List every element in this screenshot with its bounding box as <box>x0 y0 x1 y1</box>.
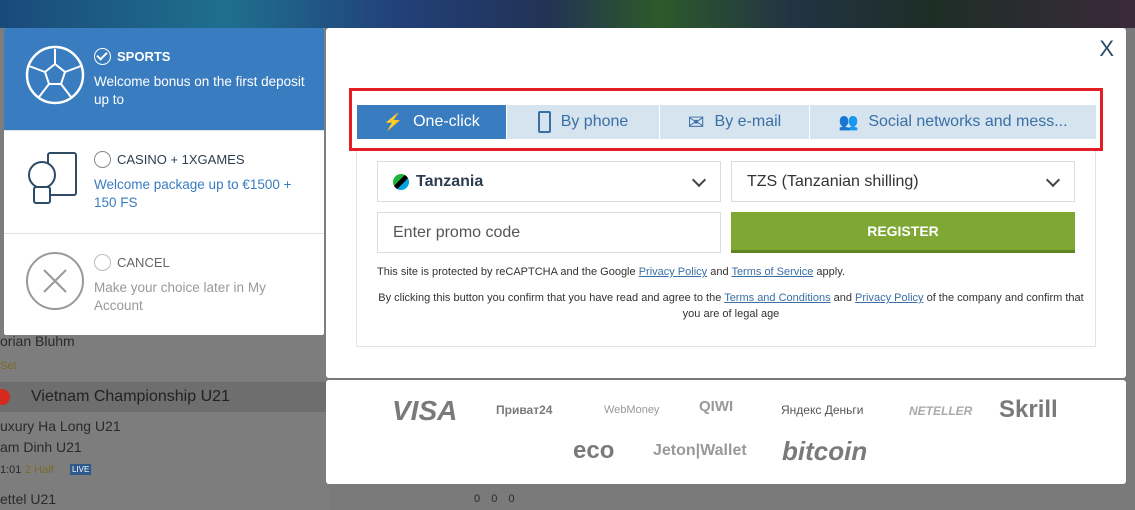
casino-cards-icon <box>28 152 77 204</box>
neteller-logo: NETELLER <box>909 404 973 418</box>
terms-conditions-link[interactable]: Terms and Conditions <box>724 292 830 304</box>
live-badge: LIVE <box>70 464 92 475</box>
bonus-selector: SPORTS Welcome bonus on the first deposi… <box>4 28 324 335</box>
highlight-box <box>349 88 1103 151</box>
payment-methods: VISA Приват24 WebMoney QIWI Яндекс Деньг… <box>326 380 1126 484</box>
promo-code-input[interactable]: Enter promo code <box>377 212 721 253</box>
option-title: SPORTS <box>117 49 171 64</box>
match-half: 2 Half <box>25 464 54 476</box>
radio[interactable] <box>94 254 111 271</box>
privacy-policy-link[interactable]: Privacy Policy <box>855 292 923 304</box>
eco-logo: eco <box>573 437 615 464</box>
bonus-option-cancel[interactable]: CANCEL Make your choice later in My Acco… <box>4 234 324 335</box>
privacy-policy-link[interactable]: Privacy Policy <box>639 266 707 278</box>
vietnam-flag-icon <box>0 389 10 405</box>
country-select[interactable]: Tanzania <box>377 161 721 202</box>
cancel-x-icon <box>26 252 84 310</box>
close-button[interactable]: X <box>1099 36 1114 62</box>
skrill-logo: Skrill <box>999 396 1058 423</box>
registration-modal: X ⚡ One-click By phone ✉ By e-mail 👥 Social… <box>326 28 1126 378</box>
league-header[interactable]: Vietnam Championship U21 <box>0 382 330 412</box>
team-away: am Dinh U21 <box>0 439 82 455</box>
currency-value: TZS (Tanzanian shilling) <box>747 172 919 190</box>
webmoney-logo: WebMoney <box>604 404 660 416</box>
privat24-logo: Приват24 <box>496 403 553 417</box>
bitcoin-logo: bitcoin <box>782 436 868 466</box>
promo-placeholder: Enter promo code <box>393 223 521 241</box>
chevron-down-icon <box>691 172 707 188</box>
option-title: CANCEL <box>117 255 170 270</box>
option-desc: Make your choice later in My Account <box>94 280 266 313</box>
recaptcha-note: This site is protected by reCAPTCHA and … <box>377 266 845 278</box>
currency-select[interactable]: TZS (Tanzanian shilling) <box>731 161 1075 202</box>
radio[interactable] <box>94 151 111 168</box>
jeton-wallet-logo: Jeton|Wallet <box>653 442 747 459</box>
match-time: 1:01 <box>0 464 22 476</box>
player-name: orian Bluhm <box>0 333 75 349</box>
scores: 0 0 0 <box>474 493 515 505</box>
radio-checked[interactable] <box>94 48 111 65</box>
consent-note: By clicking this button you confirm that… <box>378 292 1084 320</box>
league-title: Vietnam Championship U21 <box>31 388 230 405</box>
visa-logo: VISA <box>392 395 458 426</box>
chevron-down-icon <box>1045 172 1061 188</box>
terms-of-service-link[interactable]: Terms of Service <box>731 266 813 278</box>
yandex-money-logo: Яндекс Деньги <box>781 403 864 417</box>
team-name: ettel U21 <box>0 491 57 507</box>
background-banner <box>0 0 1135 28</box>
set-label: Set <box>0 360 17 372</box>
register-button[interactable]: REGISTER <box>731 212 1075 253</box>
option-title: CASINO + 1XGAMES <box>117 152 245 167</box>
option-desc: Welcome bonus on the first deposit up to <box>94 74 305 107</box>
qiwi-logo: QIWI <box>699 398 734 415</box>
country-value: Tanzania <box>416 172 484 190</box>
bonus-option-casino[interactable]: CASINO + 1XGAMES Welcome package up to €… <box>4 131 324 234</box>
soccer-ball-icon <box>25 45 85 105</box>
option-desc: Welcome package up to €1500 + 150 FS <box>94 177 292 210</box>
bonus-option-sports[interactable]: SPORTS Welcome bonus on the first deposi… <box>4 28 324 131</box>
team-home: uxury Ha Long U21 <box>0 418 121 434</box>
tanzania-flag-icon <box>393 173 409 190</box>
